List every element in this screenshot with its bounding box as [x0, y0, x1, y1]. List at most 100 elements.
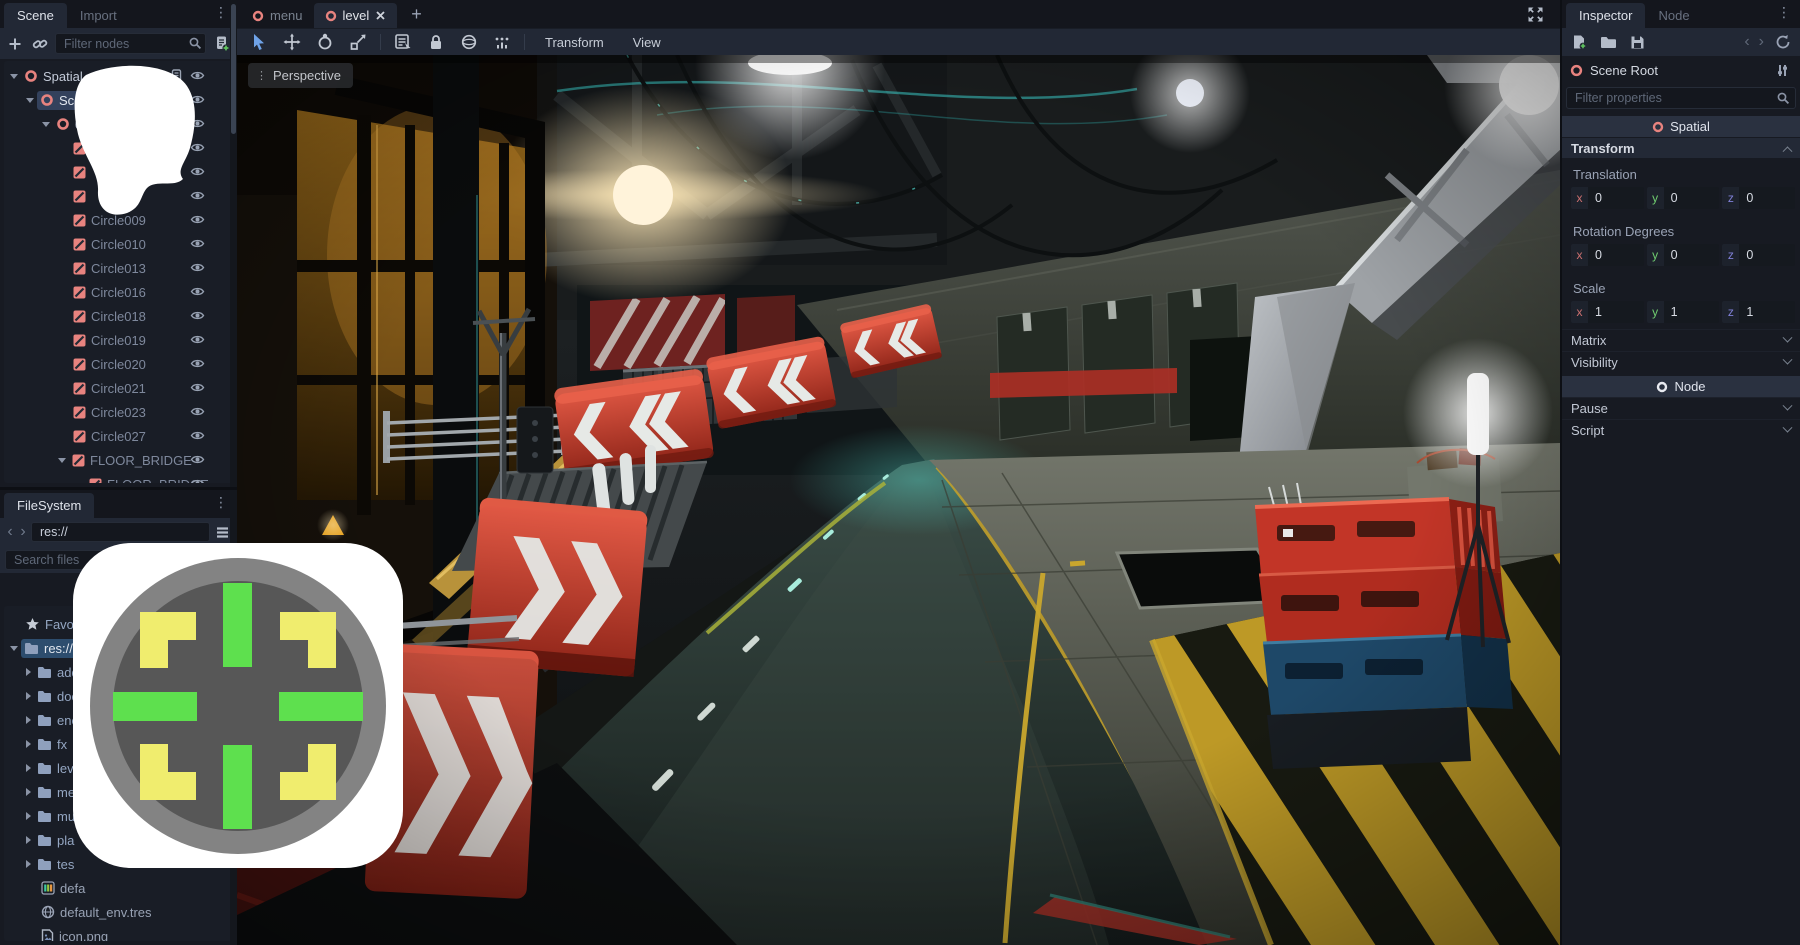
- expand-arrow-icon[interactable]: [26, 716, 31, 724]
- filesystem-scrollbar[interactable]: [230, 490, 237, 945]
- expand-arrow-icon[interactable]: [26, 788, 31, 796]
- select-tool-icon[interactable]: [248, 31, 270, 53]
- view-menu[interactable]: View: [624, 35, 670, 50]
- scene-tree-row[interactable]: [4, 136, 233, 160]
- visibility-eye-icon[interactable]: [190, 332, 205, 347]
- filesystem-tree-row[interactable]: defa: [4, 876, 233, 900]
- expand-arrow-icon[interactable]: [26, 860, 31, 868]
- visibility-eye-icon[interactable]: [190, 356, 205, 371]
- filesystem-tree-row[interactable]: res://: [4, 636, 233, 660]
- instance-scene-button[interactable]: [30, 34, 50, 54]
- group-icon[interactable]: [458, 31, 480, 53]
- history-back-icon[interactable]: ‹: [1744, 34, 1749, 50]
- scene-tree-row[interactable]: Circle009: [4, 208, 233, 232]
- tab-node[interactable]: Node: [1645, 3, 1702, 28]
- visibility-eye-icon[interactable]: [190, 188, 205, 203]
- save-icon[interactable]: [1628, 33, 1647, 52]
- scene-tree-row[interactable]: Circle018: [4, 304, 233, 328]
- visibility-eye-icon[interactable]: [190, 452, 205, 467]
- property-row-visibility[interactable]: Visibility: [1562, 351, 1800, 373]
- attach-script-button[interactable]: [211, 33, 232, 54]
- expand-arrow-icon[interactable]: [26, 740, 31, 748]
- scene-tree-row[interactable]: Circle010: [4, 232, 233, 256]
- filesystem-tree-row[interactable]: fx: [4, 732, 233, 756]
- scene-tree-row[interactable]: Circle016: [4, 280, 233, 304]
- visibility-eye-icon[interactable]: [190, 116, 205, 131]
- expand-arrow-icon[interactable]: [26, 98, 34, 103]
- visibility-eye-icon[interactable]: [190, 284, 205, 299]
- visibility-eye-icon[interactable]: [190, 164, 205, 179]
- list-select-icon[interactable]: [392, 31, 414, 53]
- filesystem-tree-row[interactable]: me: [4, 780, 233, 804]
- rotation-degrees-x-field[interactable]: x0: [1571, 244, 1644, 266]
- property-row-script[interactable]: Script: [1562, 419, 1800, 441]
- tab-filesystem[interactable]: FileSystem: [4, 493, 94, 518]
- visibility-eye-icon[interactable]: [190, 236, 205, 251]
- scene-tree-row[interactable]: FLOOR_BRIDGE: [4, 472, 233, 483]
- dock-menu-icon[interactable]: ⋮: [1777, 5, 1791, 19]
- rotation-degrees-z-field[interactable]: z0: [1722, 244, 1795, 266]
- add-node-button[interactable]: [5, 34, 25, 54]
- scene-tree-row[interactable]: [4, 160, 233, 184]
- visibility-eye-icon[interactable]: [190, 404, 205, 419]
- new-resource-icon[interactable]: [1569, 32, 1589, 52]
- filesystem-tree-row[interactable]: pla: [4, 828, 233, 852]
- filter-properties-input[interactable]: [1566, 87, 1796, 109]
- scene-tree-row[interactable]: Circle027: [4, 424, 233, 448]
- section-transform[interactable]: Transform: [1562, 138, 1800, 158]
- filesystem-tree-row[interactable]: lev: [4, 756, 233, 780]
- path-input[interactable]: [31, 522, 210, 542]
- scene-tree-row[interactable]: FLOOR_BRIDGE: [4, 448, 233, 472]
- expand-arrow-icon[interactable]: [10, 646, 18, 651]
- scene-tab-menu[interactable]: menu: [241, 3, 314, 28]
- dock-menu-icon[interactable]: ⋮: [214, 5, 228, 19]
- script-icon[interactable]: [170, 69, 183, 82]
- search-files-input[interactable]: [5, 550, 232, 570]
- scene-tree-row[interactable]: Circle013: [4, 256, 233, 280]
- filesystem-tree-row[interactable]: tes: [4, 852, 233, 876]
- filesystem-tree-row[interactable]: doc: [4, 684, 233, 708]
- tab-import[interactable]: Import: [67, 3, 130, 28]
- expand-arrow-icon[interactable]: [42, 122, 50, 127]
- new-scene-tab-button[interactable]: +: [405, 4, 428, 24]
- filesystem-tree-row[interactable]: add: [4, 660, 233, 684]
- translation-x-field[interactable]: x0: [1571, 187, 1644, 209]
- scene-tab-level[interactable]: level: [314, 3, 398, 28]
- scene-tree-scrollbar[interactable]: [230, 0, 237, 487]
- scene-root-row[interactable]: Scene Root: [1562, 56, 1800, 84]
- history-back-icon[interactable]: ‹: [5, 524, 15, 540]
- expand-arrow-icon[interactable]: [58, 458, 66, 463]
- history-forward-icon[interactable]: ›: [18, 524, 28, 540]
- scale-x-field[interactable]: x1: [1571, 301, 1644, 323]
- filter-nodes-input[interactable]: [55, 33, 206, 54]
- scene-tree-row[interactable]: Circle020: [4, 352, 233, 376]
- filesystem-tree-row[interactable]: default_env.tres: [4, 900, 233, 924]
- rotation-degrees-y-field[interactable]: y0: [1647, 244, 1720, 266]
- distraction-free-icon[interactable]: [1527, 6, 1544, 23]
- visibility-eye-icon[interactable]: [190, 428, 205, 443]
- extra-tools-icon[interactable]: [1773, 61, 1792, 80]
- filesystem-tree-row[interactable]: ene: [4, 708, 233, 732]
- viewport-3d[interactable]: ⋮ Perspective: [237, 55, 1560, 945]
- close-tab-icon[interactable]: [375, 10, 386, 21]
- visibility-eye-icon[interactable]: [190, 476, 205, 483]
- scene-tree-row[interactable]: Circle019: [4, 328, 233, 352]
- scene-tree-row[interactable]: Spatial: [4, 64, 233, 88]
- tab-scene[interactable]: Scene: [4, 3, 67, 28]
- expand-arrow-icon[interactable]: [26, 692, 31, 700]
- load-resource-icon[interactable]: [1598, 33, 1619, 52]
- history-icon[interactable]: [1773, 32, 1793, 52]
- visibility-eye-icon[interactable]: [190, 92, 205, 107]
- transform-menu[interactable]: Transform: [536, 35, 613, 50]
- scene-tree-row[interactable]: [4, 184, 233, 208]
- lock-icon[interactable]: [425, 31, 447, 53]
- property-row-matrix[interactable]: Matrix: [1562, 329, 1800, 351]
- visibility-eye-icon[interactable]: [190, 212, 205, 227]
- scale-tool-icon[interactable]: [347, 31, 369, 53]
- history-forward-icon[interactable]: ›: [1759, 34, 1764, 50]
- scene-tree-row[interactable]: Circle021: [4, 376, 233, 400]
- scale-z-field[interactable]: z1: [1722, 301, 1795, 323]
- visibility-eye-icon[interactable]: [190, 140, 205, 155]
- expand-arrow-icon[interactable]: [26, 812, 31, 820]
- snap-icon[interactable]: [491, 31, 513, 53]
